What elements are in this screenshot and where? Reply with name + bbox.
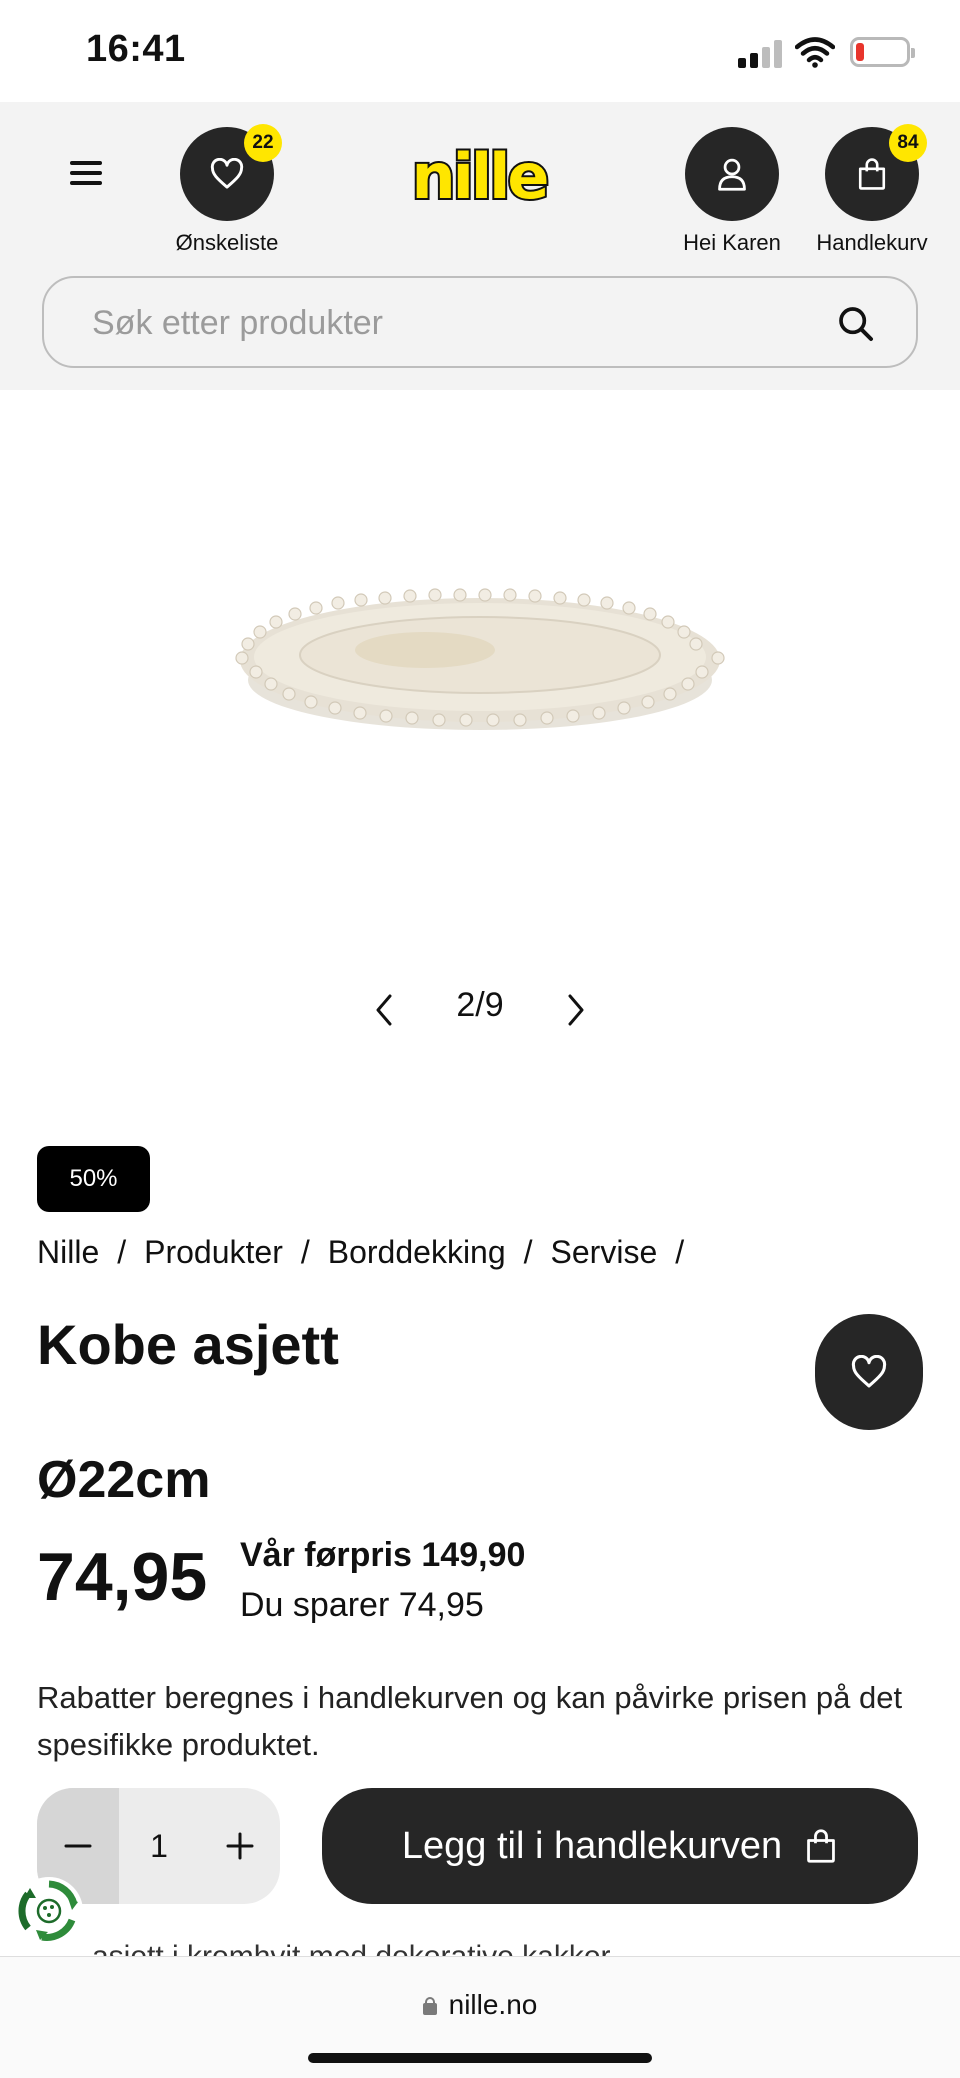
status-bar: 16:41 — [0, 0, 960, 102]
user-icon — [718, 158, 746, 191]
search-placeholder: Søk etter produkter — [92, 304, 384, 342]
breadcrumb-separator: / — [300, 1234, 310, 1270]
home-indicator[interactable] — [308, 2053, 652, 2063]
savings-text: Du sparer 74,95 — [240, 1586, 484, 1624]
breadcrumb-item[interactable]: Produkter — [144, 1234, 283, 1270]
breadcrumb-separator: / — [675, 1234, 685, 1270]
url-field[interactable]: nille.no — [0, 1989, 960, 2021]
product-size: Ø22cm — [37, 1451, 211, 1509]
account-label: Hei Karen — [683, 230, 781, 255]
wishlist-count-badge: 22 — [244, 124, 282, 162]
chevron-right-icon[interactable] — [560, 992, 590, 1028]
svg-text:nille: nille — [412, 144, 548, 213]
battery-icon — [850, 37, 915, 67]
account-button[interactable] — [685, 127, 779, 221]
breadcrumb-separator: / — [117, 1234, 127, 1270]
breadcrumb-separator: / — [523, 1234, 533, 1270]
lock-icon — [422, 1997, 437, 2015]
product-image[interactable] — [230, 560, 730, 740]
site-header: 22 Ønskeliste nille Hei Karen 84 Handlek… — [0, 102, 960, 390]
quantity-value[interactable]: 1 — [119, 1788, 199, 1904]
search-icon[interactable] — [836, 304, 876, 344]
discount-disclaimer: Rabatter beregnes i handlekurven og kan … — [37, 1680, 903, 1762]
status-time: 16:41 — [86, 28, 186, 70]
cart-count-badge: 84 — [889, 124, 927, 162]
heart-icon — [851, 1355, 887, 1388]
breadcrumb-item[interactable]: Borddekking — [328, 1234, 506, 1270]
nille-logo[interactable]: nille — [408, 144, 550, 214]
add-to-cart-label: Legg til i handlekurven — [401, 1824, 783, 1867]
breadcrumb: Nille / Produkter / Borddekking / Servise / — [37, 1234, 702, 1271]
wifi-icon — [795, 37, 835, 68]
shopping-bag-icon — [807, 1829, 835, 1863]
browser-address-bar: nille.no — [0, 1956, 960, 2078]
breadcrumb-item[interactable]: Servise — [551, 1234, 658, 1270]
cellular-signal-icon — [738, 40, 784, 68]
wishlist-label: Ønskeliste — [175, 230, 279, 255]
cart-label: Handlekurv — [816, 230, 928, 255]
add-to-wishlist-button[interactable] — [815, 1314, 923, 1430]
increase-quantity-button[interactable] — [199, 1788, 280, 1904]
menu-icon[interactable] — [70, 158, 106, 188]
heart-icon — [210, 158, 244, 189]
url-text: nille.no — [448, 1989, 538, 2020]
search-input[interactable]: Søk etter produkter — [42, 276, 918, 368]
discount-badge: 50% — [37, 1146, 150, 1212]
breadcrumb-item[interactable]: Nille — [37, 1234, 99, 1270]
plus-icon — [226, 1832, 253, 1860]
previous-price: Vår førpris 149,90 — [240, 1536, 526, 1574]
gallery-navigation: 2/9 — [360, 980, 600, 1036]
shopping-bag-icon — [858, 158, 886, 190]
recycle-eco-icon[interactable] — [14, 1876, 84, 1946]
add-to-cart-button[interactable]: Legg til i handlekurven — [322, 1788, 918, 1904]
product-price: 74,95 — [37, 1539, 208, 1615]
product-title: Kobe asjett — [37, 1313, 339, 1376]
minus-icon — [64, 1844, 92, 1848]
